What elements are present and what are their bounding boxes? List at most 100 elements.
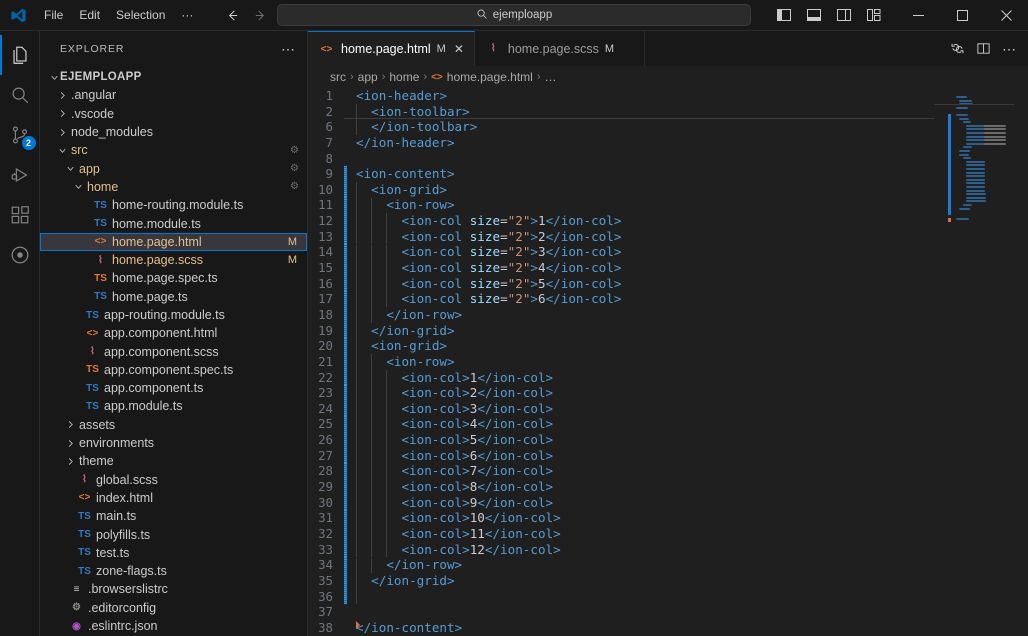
tree-file-app-routing-module-ts[interactable]: TS app-routing.module.ts [40, 306, 307, 324]
toggle-panel-icon[interactable] [802, 4, 826, 26]
breadcrumb-home[interactable]: home [389, 70, 419, 84]
breadcrumb-src[interactable]: src [330, 70, 346, 84]
tree-file-home-page-spec-ts[interactable]: TS home.page.spec.ts [40, 269, 307, 287]
ellipsis-icon[interactable]: ⋯ [277, 42, 299, 56]
tree-folder-node-modules[interactable]: node_modules [40, 123, 307, 141]
code-line[interactable]: 6 </ion-toolbar> [308, 119, 934, 135]
code-line[interactable]: 36 [308, 588, 934, 605]
code-line[interactable]: 29 <ion-col>8</ion-col> [308, 479, 934, 495]
tree-folder-src[interactable]: src ⚙ [40, 141, 307, 159]
tree-file-home-routing-module-ts[interactable]: TS home-routing.module.ts [40, 196, 307, 214]
tree-file-eslintrc-json[interactable]: ◉ .eslintrc.json [40, 617, 307, 635]
deleted-lines-marker[interactable] [356, 620, 360, 629]
code-scroll-area[interactable]: 1 <ion-header> 2 <ion-toolbar> 6 </ion-toolba… [308, 88, 934, 636]
code-line[interactable]: 34 </ion-row> [308, 557, 934, 573]
folder-settings-icon[interactable]: ⚙ [290, 163, 299, 174]
tree-file-browserslistrc[interactable]: ≡ .browserslistrc [40, 580, 307, 598]
customize-layout-icon[interactable] [862, 4, 886, 26]
code-line[interactable]: 27 <ion-col>6</ion-col> [308, 447, 934, 464]
code-line[interactable]: 1 <ion-header> [308, 88, 934, 104]
menu-file[interactable]: File [36, 5, 71, 25]
arrow-left-icon[interactable] [223, 6, 241, 24]
split-editor-icon[interactable] [972, 38, 994, 60]
code-line[interactable]: 30 <ion-col>9</ion-col> [308, 494, 934, 511]
menu-more[interactable]: ··· [173, 5, 201, 25]
activity-search[interactable] [0, 75, 40, 115]
activity-explorer[interactable] [0, 35, 40, 75]
tree-file-app-component-ts[interactable]: TS app.component.ts [40, 379, 307, 397]
activity-ionic[interactable] [0, 235, 40, 275]
code-line[interactable]: 38 </ion-content> [308, 620, 934, 636]
tree-file-test-ts[interactable]: TS test.ts [40, 544, 307, 562]
tree-folder-app[interactable]: app ⚙ [40, 159, 307, 177]
code-line[interactable]: 35 </ion-grid> [308, 572, 934, 589]
code-line[interactable]: 33 <ion-col>12</ion-col> [308, 541, 934, 558]
toggle-primary-sidebar-icon[interactable] [772, 4, 796, 26]
activity-extensions[interactable] [0, 195, 40, 235]
tree-file-zone-flags-ts[interactable]: TS zone-flags.ts [40, 562, 307, 580]
tree-file-global-scss[interactable]: ⌇ global.scss [40, 471, 307, 489]
open-preview-icon[interactable] [946, 38, 968, 60]
tree-file-home-page-html[interactable]: <> home.page.html M [40, 232, 307, 252]
code-line[interactable]: 37 [308, 604, 934, 620]
code-line[interactable]: 12 <ion-col size="2">1</ion-col> [308, 213, 934, 229]
code-line[interactable]: 19 </ion-grid> [308, 322, 934, 339]
tree-root-ejemploapp[interactable]: EJEMPLOAPP [40, 68, 307, 86]
tree-file-polyfills-ts[interactable]: TS polyfills.ts [40, 525, 307, 543]
code-line[interactable]: 25 <ion-col>4</ion-col> [308, 416, 934, 433]
code-line[interactable]: 32 <ion-col>11</ion-col> [308, 525, 934, 542]
tree-file-home-module-ts[interactable]: TS home.module.ts [40, 214, 307, 232]
code-line[interactable]: 13 <ion-col size="2">2</ion-col> [308, 228, 934, 245]
tree-folder-home[interactable]: home ⚙ [40, 178, 307, 196]
tree-file-main-ts[interactable]: TS main.ts [40, 507, 307, 525]
code-line[interactable]: 31 <ion-col>10</ion-col> [308, 510, 934, 526]
code-line[interactable]: 11 <ion-row> [308, 197, 934, 214]
code-line[interactable]: 7 </ion-header> [308, 135, 934, 151]
code-line[interactable]: 28 <ion-col>7</ion-col> [308, 463, 934, 480]
tab-close-icon[interactable]: ✕ [454, 42, 464, 56]
menu-edit[interactable]: Edit [71, 5, 108, 25]
tree-file-home-page-scss[interactable]: ⌇ home.page.scss M [40, 251, 307, 269]
tree-file-app-component-spec-ts[interactable]: TS app.component.spec.ts [40, 361, 307, 379]
tree-folder-theme[interactable]: theme [40, 452, 307, 470]
toggle-secondary-sidebar-icon[interactable] [832, 4, 856, 26]
tree-file-app-module-ts[interactable]: TS app.module.ts [40, 397, 307, 415]
code-line[interactable]: 10 <ion-grid> [308, 181, 934, 198]
code-line[interactable]: 17 <ion-col size="2">6</ion-col> [308, 291, 934, 307]
tree-folder-environments[interactable]: environments [40, 434, 307, 452]
breadcrumb-file[interactable]: home.page.html [447, 70, 533, 84]
folder-settings-icon[interactable]: ⚙ [290, 181, 299, 192]
search-input[interactable]: ejemploapp [277, 4, 751, 26]
breadcrumb-app[interactable]: app [358, 70, 378, 84]
window-maximize-button[interactable] [940, 0, 984, 31]
menu-selection[interactable]: Selection [108, 5, 173, 25]
code-line[interactable]: 22 <ion-col>1</ion-col> [308, 369, 934, 386]
tree-file-editorconfig[interactable]: ⚙ .editorconfig [40, 599, 307, 617]
breadcrumb-symbols[interactable]: … [545, 70, 557, 84]
tree-folder-angular[interactable]: .angular [40, 86, 307, 104]
arrow-right-icon[interactable] [251, 6, 269, 24]
tree-file-app-component-html[interactable]: <> app.component.html [40, 324, 307, 342]
window-close-button[interactable] [984, 0, 1028, 31]
code-line[interactable]: 2 <ion-toolbar> [308, 104, 934, 120]
code-line[interactable]: 21 <ion-row> [308, 353, 934, 370]
code-line[interactable]: 20 <ion-grid> [308, 338, 934, 354]
tree-folder-vscode[interactable]: .vscode [40, 105, 307, 123]
activity-run-and-debug[interactable] [0, 155, 40, 195]
editor-scrollbar[interactable] [1014, 88, 1028, 636]
code-line[interactable]: 14 <ion-col size="2">3</ion-col> [308, 244, 934, 261]
code-line[interactable]: 9 <ion-content> [308, 166, 934, 182]
tree-file-home-page-ts[interactable]: TS home.page.ts [40, 288, 307, 306]
code-line[interactable]: 24 <ion-col>3</ion-col> [308, 400, 934, 417]
tree-file-index-html[interactable]: <> index.html [40, 489, 307, 507]
code-line[interactable]: 18 </ion-row> [308, 306, 934, 323]
folder-settings-icon[interactable]: ⚙ [290, 145, 299, 156]
code-line[interactable]: 23 <ion-col>2</ion-col> [308, 385, 934, 401]
more-actions-icon[interactable]: ⋯ [998, 38, 1020, 60]
window-minimize-button[interactable] [896, 0, 940, 31]
code-line[interactable]: 26 <ion-col>5</ion-col> [308, 432, 934, 448]
code-line[interactable]: 8 [308, 151, 934, 167]
tree-folder-assets[interactable]: assets [40, 416, 307, 434]
code-line[interactable]: 15 <ion-col size="2">4</ion-col> [308, 260, 934, 276]
code-editor[interactable]: 1 <ion-header> 2 <ion-toolbar> 6 </ion-toolba… [308, 88, 1028, 636]
